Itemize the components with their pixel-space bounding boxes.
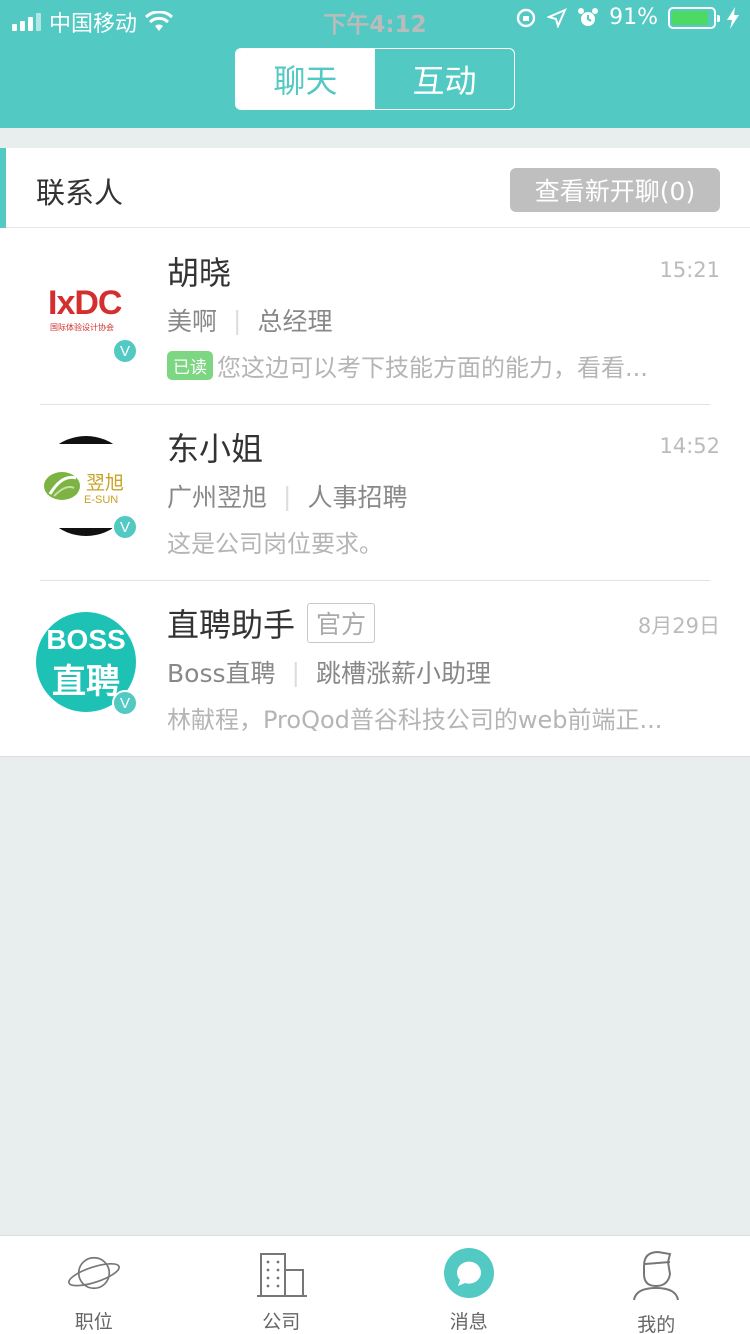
contact-subtitle: 美啊 | 总经理 [167,302,332,338]
read-status-badge: 已读 [167,351,213,380]
section-accent [0,148,6,228]
message-time: 15:21 [659,258,720,282]
divider: | [283,481,292,511]
contact-name: 东小姐 [167,424,263,470]
tab-label: 我的 [637,1314,676,1334]
boss-logo-text: BOSS [46,624,126,655]
view-new-chats-button[interactable]: 查看新开聊(0) [510,168,720,212]
message-text: 林献程，ProQod普谷科技公司的web前端正... [167,706,663,734]
message-time: 14:52 [659,434,720,458]
tab-profile[interactable]: 我的 [563,1236,750,1334]
message-preview: 已读 您这边可以考下技能方面的能力，看看... [167,348,667,383]
contacts-header: 联系人 查看新开聊(0) [0,148,750,228]
company-name: Boss直聘 [167,659,276,688]
company-name: 美啊 [167,307,218,336]
message-text: 这是公司岗位要求。 [167,530,383,558]
battery-icon [668,6,720,29]
message-preview: 这是公司岗位要求。 [167,524,667,559]
rotation-lock-icon [516,8,536,27]
bottom-tab-bar: 职位 公司 消息 我的 [0,1235,750,1334]
charging-icon [727,6,739,29]
tab-label: 公司 [262,1311,301,1333]
tab-interaction[interactable]: 互动 [375,49,514,109]
leaf-logo-icon [44,472,80,500]
alarm-icon [578,7,599,26]
ixdc-logo-text: IxDC [48,284,122,322]
ixdc-logo-subtext: 国际体验设计协会 [50,323,114,332]
tab-chat[interactable]: 聊天 [236,49,375,109]
position-title: 跳槽涨薪小助理 [315,659,491,688]
company-name: 广州翌旭 [167,483,268,512]
esun-logo-text: 翌旭 [86,472,125,494]
verified-badge: V [112,690,138,716]
tab-messages[interactable]: 消息 [375,1236,563,1334]
contact-name-text: 直聘助手 [167,606,296,644]
avatar: 翌旭 E-SUN V [36,436,138,540]
tab-label: 消息 [449,1311,488,1333]
contact-name: 胡晓 [167,248,231,294]
position-title: 总经理 [257,307,333,336]
message-preview: 林献程，ProQod普谷科技公司的web前端正... [167,700,667,735]
tab-company[interactable]: 公司 [188,1236,376,1334]
tab-label: 职位 [74,1311,113,1333]
verified-badge: V [112,338,138,364]
chat-interaction-segment: 聊天 互动 [235,48,515,110]
user-icon [628,1246,684,1302]
verified-badge: V [112,514,138,540]
top-header: 中国移动 下午4:12 91% 聊天 互动 [0,0,750,128]
conversation-list: IxDC 国际体验设计协会 V 胡晓 15:21 美啊 | 总经理 已读 您这边… [0,228,750,757]
message-time: 8月29日 [637,614,720,638]
contact-subtitle: Boss直聘 | 跳槽涨薪小助理 [167,654,491,690]
official-tag: 官方 [307,603,376,643]
status-right: 91% [515,5,740,30]
contacts-title: 联系人 [36,176,124,210]
chat-bubble-icon [441,1246,497,1299]
contact-name-text: 胡晓 [167,254,232,292]
building-icon [253,1246,309,1299]
conversation-row[interactable]: 翌旭 E-SUN V 东小姐 14:52 广州翌旭 | 人事招聘 这是公司岗位要… [0,404,750,580]
battery-percent: 91% [609,5,658,30]
contact-subtitle: 广州翌旭 | 人事招聘 [167,478,407,514]
esun-logo-subtext: E-SUN [84,494,119,506]
avatar-top-band [36,436,136,444]
location-icon [547,7,568,28]
divider: | [233,305,242,335]
position-title: 人事招聘 [307,483,408,512]
contact-name-text: 东小姐 [167,430,264,468]
conversation-row[interactable]: IxDC 国际体验设计协会 V 胡晓 15:21 美啊 | 总经理 已读 您这边… [0,228,750,404]
contact-name: 直聘助手 官方 [167,600,376,646]
message-text: 您这边可以考下技能方面的能力，看看... [217,354,648,382]
planet-icon [66,1246,122,1299]
conversation-row[interactable]: BOSS 直聘 V 直聘助手 官方 8月29日 Boss直聘 | 跳槽涨薪小助理… [0,580,750,756]
avatar: IxDC 国际体验设计协会 V [36,260,138,364]
tab-jobs[interactable]: 职位 [0,1236,188,1334]
status-bar: 中国移动 下午4:12 91% [0,0,750,40]
avatar: BOSS 直聘 V [36,612,138,716]
divider: | [291,657,300,687]
